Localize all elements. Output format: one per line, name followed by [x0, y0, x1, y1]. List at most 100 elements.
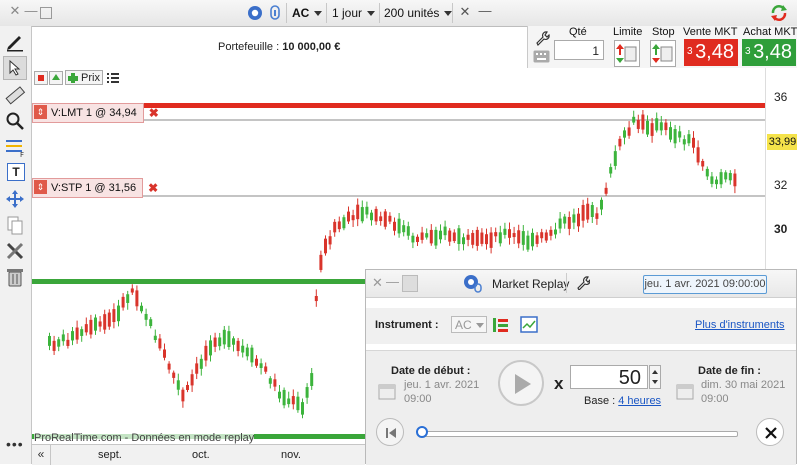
order-handle-icon[interactable]: ⇕ — [34, 105, 47, 119]
instrument-value: AC — [455, 318, 472, 332]
minimize-replay-icon[interactable]: — — [386, 274, 399, 289]
portfolio-summary: Portefeuille : 10 000,00 € — [218, 41, 340, 53]
copy-icon[interactable] — [4, 214, 26, 236]
limit-order-button[interactable] — [614, 40, 640, 67]
trash-icon[interactable] — [4, 266, 26, 288]
close-chart-icon[interactable]: ✕ — [458, 5, 472, 19]
wrench-icon[interactable] — [534, 30, 550, 46]
base-label: Base : — [584, 395, 619, 407]
close-replay-icon[interactable]: ✕ — [372, 275, 383, 291]
chart-expand-button[interactable] — [49, 71, 63, 85]
candle-body — [291, 396, 295, 405]
stop-order-text: V:STP 1 @ 31,56 — [51, 182, 137, 194]
candle-body — [471, 232, 475, 245]
candle-body — [485, 234, 488, 245]
candle-body — [719, 172, 723, 185]
candle-body — [374, 208, 378, 222]
candle-body — [89, 319, 93, 335]
list-icon[interactable] — [107, 72, 119, 83]
candle-body — [618, 138, 622, 147]
candle-body — [209, 340, 212, 356]
fibonacci-icon[interactable]: F — [4, 136, 26, 158]
wrench-icon[interactable] — [575, 275, 590, 290]
base-value-link[interactable]: 4 heures — [618, 395, 661, 407]
minimize-window-icon[interactable]: — — [24, 4, 38, 18]
price-series-button[interactable]: Prix — [65, 70, 103, 85]
calendar-icon[interactable] — [676, 382, 696, 402]
instrument-dropdown[interactable]: AC — [292, 4, 323, 22]
candle-body — [204, 345, 208, 361]
pencil-icon[interactable] — [4, 30, 26, 52]
refresh-icon[interactable] — [769, 3, 789, 23]
top-toolbar: ✕ — AC 1 jour 200 unités ✕ — — [0, 0, 797, 27]
candle-body — [278, 391, 281, 399]
keyboard-icon[interactable] — [533, 50, 550, 63]
candle-body — [715, 179, 718, 185]
candle-body — [351, 215, 355, 221]
speed-input[interactable]: 50 — [570, 365, 648, 389]
instrument-select[interactable]: AC — [451, 316, 487, 333]
current-replay-date[interactable]: jeu. 1 avr. 2021 09:00:00 — [643, 275, 767, 294]
stop-order-button[interactable] — [650, 40, 676, 67]
stop-order-tag[interactable]: ⇕ V:STP 1 @ 31,56 ✖ — [32, 178, 158, 198]
pin-replay-icon[interactable] — [402, 275, 418, 292]
units-dropdown[interactable]: 200 unités — [384, 4, 453, 22]
chart-window-icon[interactable] — [520, 316, 538, 334]
end-time-value[interactable]: 09:00 — [701, 393, 729, 405]
candle-body — [531, 232, 534, 247]
candle-body — [305, 387, 309, 398]
toolbar-separator — [286, 3, 287, 23]
text-tool-icon[interactable]: T — [7, 163, 25, 181]
replay-progress-thumb[interactable] — [416, 426, 428, 438]
candle-body — [710, 176, 714, 184]
order-handle-icon[interactable]: ⇕ — [34, 180, 47, 194]
buy-market-button[interactable]: 3 3,48 — [742, 39, 796, 66]
scroll-back-icon[interactable]: « — [32, 445, 51, 465]
candle-body — [218, 337, 222, 347]
quantity-input[interactable]: 1 — [554, 40, 604, 60]
move-icon[interactable] — [4, 188, 26, 210]
candle-body — [650, 123, 654, 136]
replay-progress-track[interactable] — [421, 431, 738, 437]
cursor-tool-selected[interactable] — [3, 56, 27, 80]
stop-replay-button[interactable] — [756, 418, 784, 446]
candle-body — [48, 335, 51, 346]
candle-body — [687, 134, 691, 144]
candle-body — [659, 122, 663, 131]
close-window-icon[interactable]: ✕ — [8, 4, 22, 18]
toolbar-separator — [452, 3, 453, 23]
candle-body — [434, 229, 438, 246]
end-date-value[interactable]: dim. 30 mai 2021 — [701, 379, 785, 391]
tools-icon[interactable] — [4, 240, 26, 262]
zoom-icon[interactable] — [4, 110, 26, 132]
start-time-value[interactable]: 09:00 — [404, 393, 432, 405]
collapse-chart-icon[interactable]: — — [478, 4, 492, 18]
speed-stepper[interactable] — [649, 365, 661, 389]
limit-order-tag[interactable]: ⇕ V:LMT 1 @ 34,94 ✖ — [32, 103, 159, 123]
time-axis[interactable]: « sept. oct. nov. — [32, 444, 365, 465]
link-icon[interactable] — [246, 4, 264, 22]
sell-market-button[interactable]: 3 3,48 — [684, 39, 738, 66]
start-date-label: Date de début : — [391, 365, 471, 377]
cancel-limit-order-icon[interactable]: ✖ — [147, 104, 161, 122]
more-instruments-link[interactable]: Plus d'instruments — [695, 319, 785, 331]
candle-body — [80, 329, 84, 336]
instrument-label: Instrument : — [375, 319, 439, 331]
more-tools-icon[interactable]: ••• — [6, 436, 24, 452]
calendar-icon[interactable] — [378, 382, 398, 402]
instrument-list-icon[interactable] — [492, 316, 510, 334]
pointer-icon — [9, 60, 21, 76]
link-icon[interactable] — [463, 274, 483, 293]
period-dropdown[interactable]: 1 jour — [332, 4, 376, 22]
attach-icon[interactable] — [268, 5, 282, 21]
ruler-icon[interactable] — [4, 84, 26, 106]
candle-body — [181, 389, 185, 402]
start-date-value[interactable]: jeu. 1 avr. 2021 — [404, 379, 479, 391]
candle-body — [121, 296, 125, 308]
maximize-window-icon[interactable] — [40, 7, 52, 19]
rewind-button[interactable] — [376, 418, 404, 446]
cancel-stop-order-icon[interactable]: ✖ — [146, 179, 160, 197]
chart-collapse-button[interactable] — [34, 71, 48, 85]
play-button[interactable] — [498, 360, 544, 406]
watermark-text: ProRealTime.com - Données en mode replay — [34, 432, 255, 444]
